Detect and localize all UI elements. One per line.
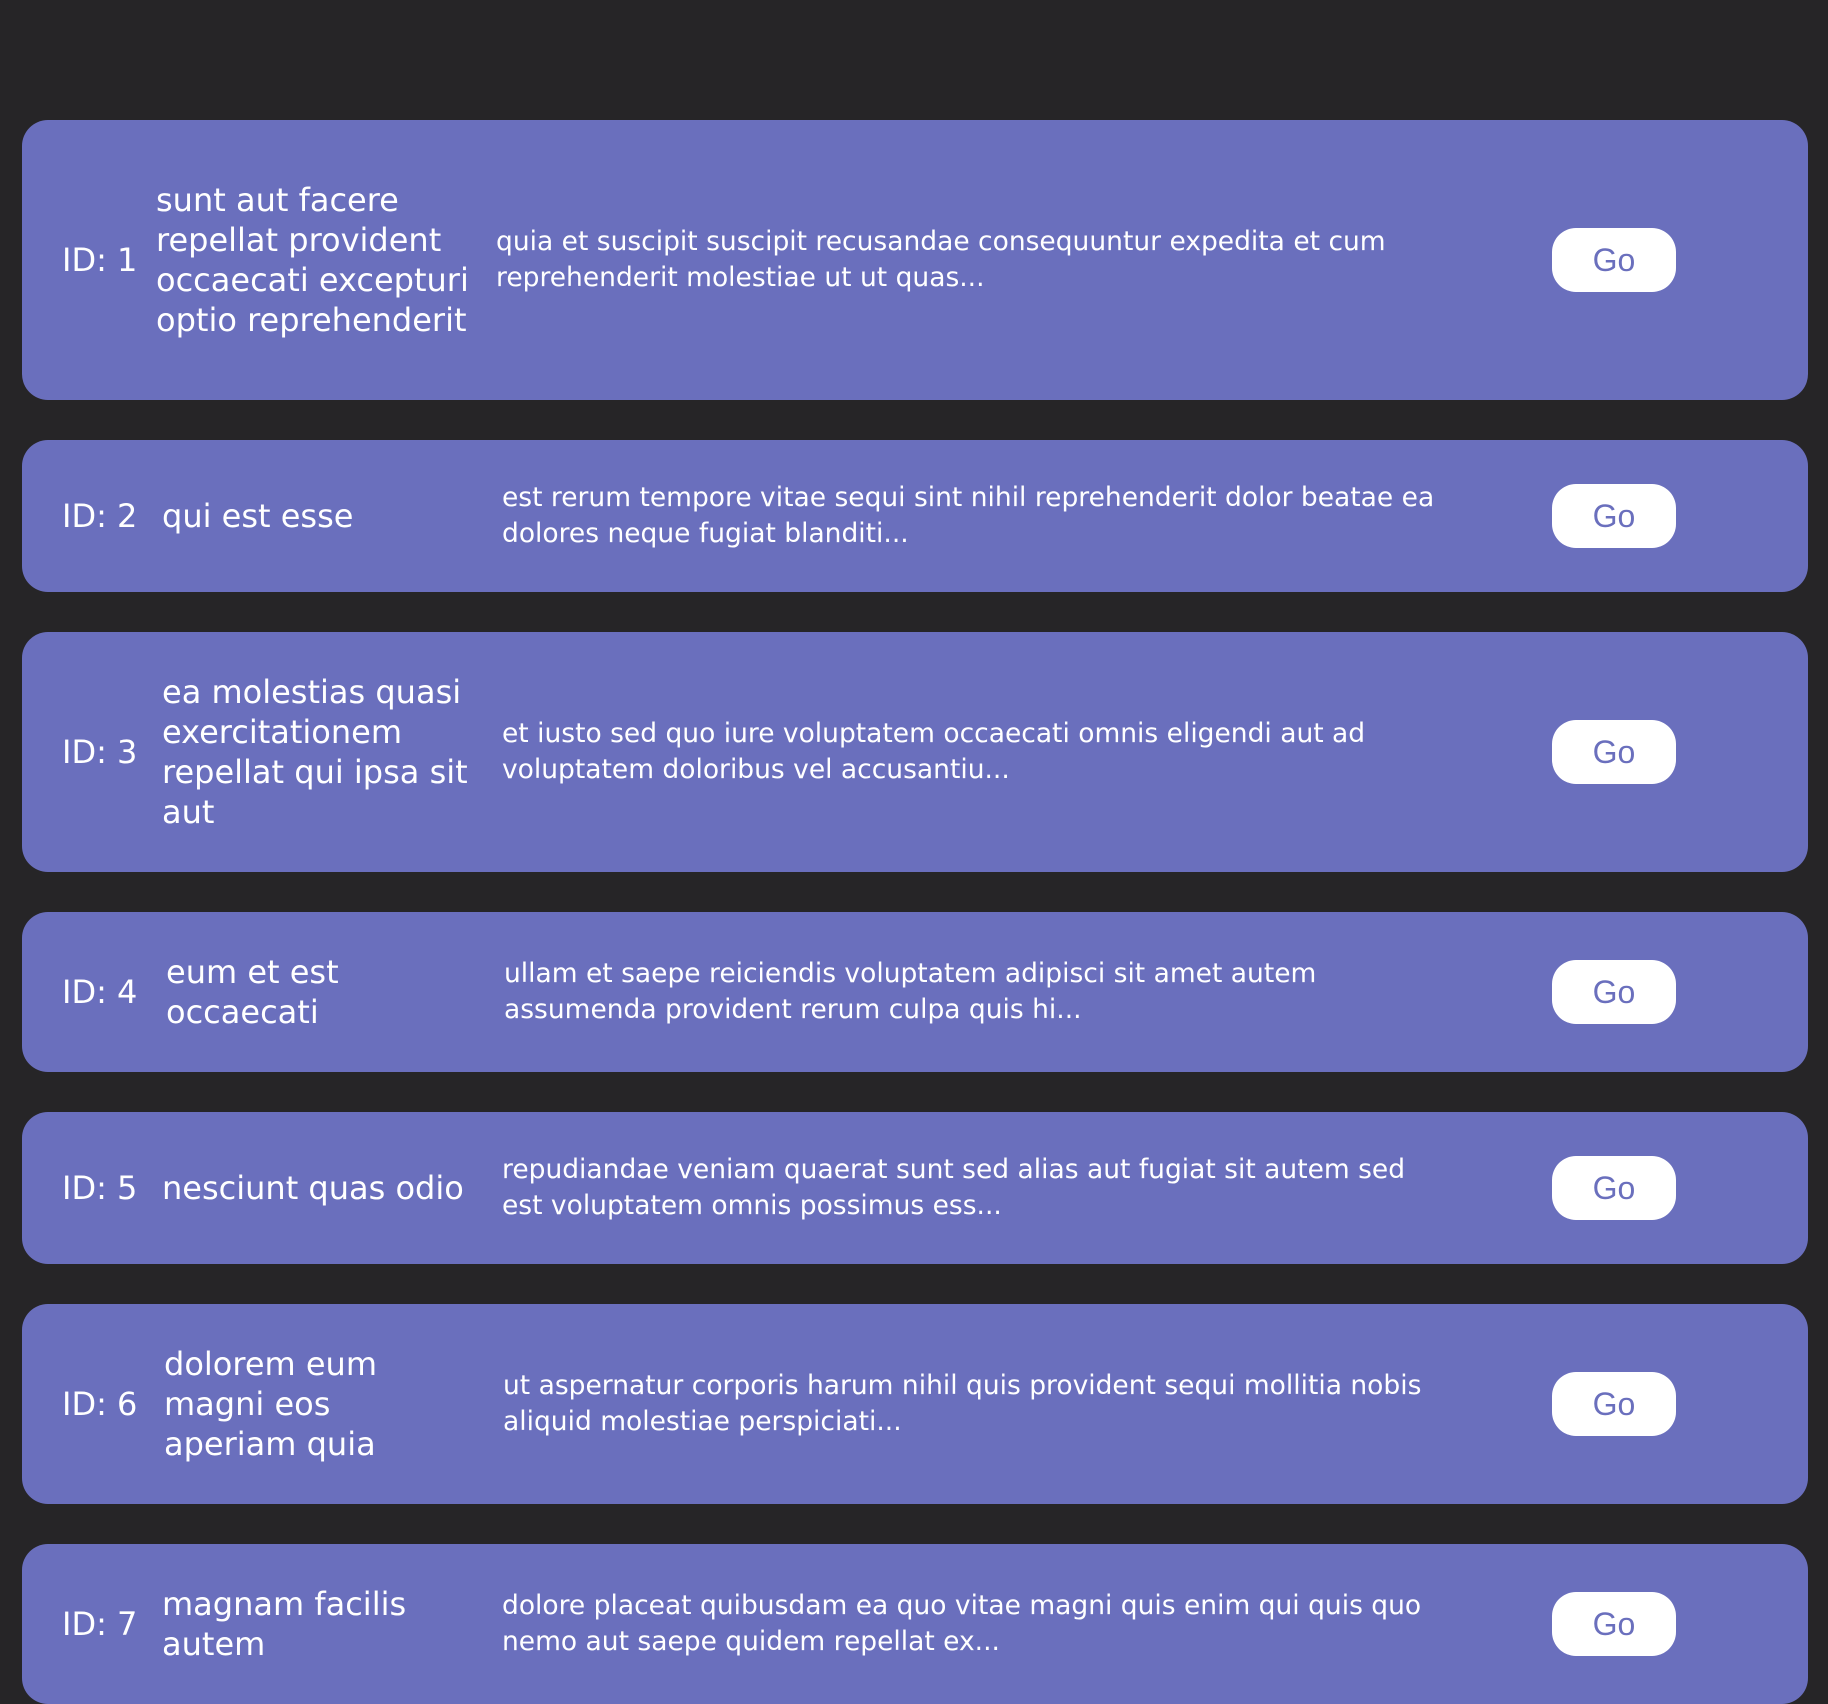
post-title: dolorem eum magni eos aperiam quia: [164, 1345, 377, 1463]
post-body: ullam et saepe reiciendis voluptatem adi…: [504, 958, 1317, 1025]
post-id: ID: 3: [62, 733, 138, 771]
post-card: ID: 2 qui est esse est rerum tempore vit…: [22, 440, 1808, 592]
post-body: dolore placeat quibusdam ea quo vitae ma…: [502, 1590, 1422, 1657]
post-title: nesciunt quas odio: [162, 1169, 464, 1207]
post-title: magnam facilis autem: [162, 1585, 407, 1663]
go-button[interactable]: Go: [1552, 228, 1676, 292]
post-id: ID: 4: [62, 973, 138, 1011]
post-title: ea molestias quasi exercitationem repell…: [162, 673, 468, 831]
post-body: ut aspernatur corporis harum nihil quis …: [503, 1370, 1422, 1437]
post-card: ID: 7 magnam facilis autem dolore placea…: [22, 1544, 1808, 1704]
post-id: ID: 6: [62, 1385, 138, 1423]
post-body: quia et suscipit suscipit recusandae con…: [496, 226, 1386, 293]
go-button[interactable]: Go: [1552, 1156, 1676, 1220]
post-card: ID: 5 nesciunt quas odio repudiandae ven…: [22, 1112, 1808, 1264]
post-card: ID: 1 sunt aut facere repellat provident…: [22, 120, 1808, 400]
post-title: sunt aut facere repellat provident occae…: [156, 181, 469, 339]
go-button[interactable]: Go: [1552, 720, 1676, 784]
post-body: repudiandae veniam quaerat sunt sed alia…: [502, 1154, 1406, 1221]
post-id: ID: 2: [62, 497, 138, 535]
post-title: eum et est occaecati: [166, 953, 339, 1031]
post-id: ID: 7: [62, 1605, 138, 1643]
post-title: qui est esse: [162, 497, 354, 535]
post-id: ID: 5: [62, 1169, 138, 1207]
go-button[interactable]: Go: [1552, 1592, 1676, 1656]
go-button[interactable]: Go: [1552, 960, 1676, 1024]
post-card: ID: 4 eum et est occaecati ullam et saep…: [22, 912, 1808, 1072]
post-body: est rerum tempore vitae sequi sint nihil…: [502, 482, 1435, 549]
go-button[interactable]: Go: [1552, 1372, 1676, 1436]
post-card: ID: 6 dolorem eum magni eos aperiam quia…: [22, 1304, 1808, 1504]
post-body: et iusto sed quo iure voluptatem occaeca…: [502, 718, 1366, 785]
go-button[interactable]: Go: [1552, 484, 1676, 548]
post-card: ID: 3 ea molestias quasi exercitationem …: [22, 632, 1808, 872]
post-id: ID: 1: [62, 241, 138, 279]
